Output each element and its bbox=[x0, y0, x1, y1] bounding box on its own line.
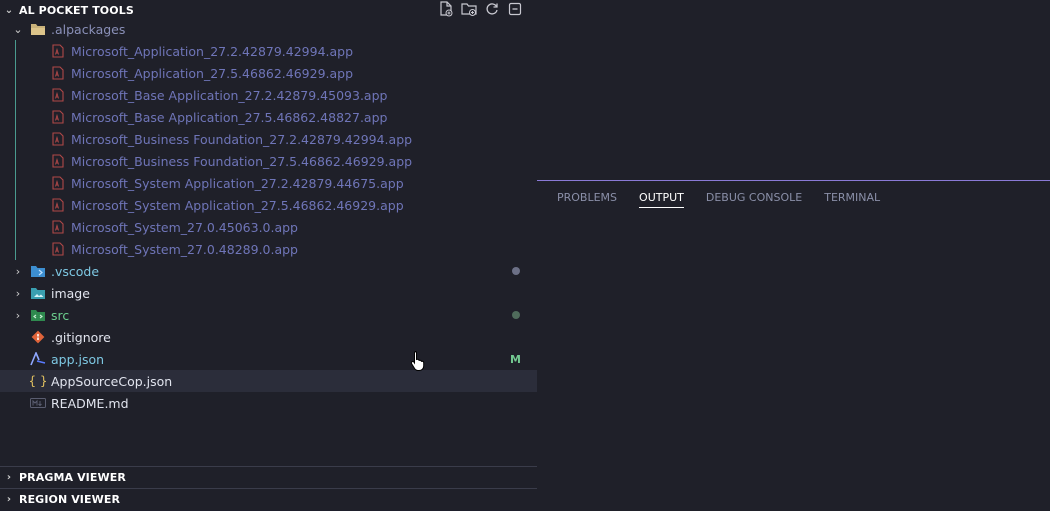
file-app[interactable]: Microsoft_System Application_27.2.42879.… bbox=[0, 172, 537, 194]
file-app[interactable]: Microsoft_Base Application_27.5.46862.48… bbox=[0, 106, 537, 128]
folder-label: .vscode bbox=[51, 263, 100, 279]
file-app[interactable]: Microsoft_System_27.0.48289.0.app bbox=[0, 238, 537, 260]
app-file-icon bbox=[50, 153, 66, 169]
app-file-icon bbox=[50, 43, 66, 59]
chevron-down-icon[interactable]: ⌄ bbox=[2, 5, 16, 16]
file-app[interactable]: Microsoft_System Application_27.5.46862.… bbox=[0, 194, 537, 216]
folder-image[interactable]: › image bbox=[0, 282, 537, 304]
modified-badge: M bbox=[510, 352, 521, 366]
app-file-icon bbox=[50, 175, 66, 191]
app-file-icon bbox=[50, 219, 66, 235]
region-viewer-header[interactable]: › REGION VIEWER bbox=[0, 488, 537, 509]
git-icon bbox=[30, 329, 46, 345]
pragma-viewer-header[interactable]: › PRAGMA VIEWER bbox=[0, 466, 537, 487]
src-folder-icon bbox=[30, 307, 46, 323]
file-tree: ⌄ .alpackages Microsoft_Application_27.2… bbox=[0, 18, 537, 414]
status-dot bbox=[512, 311, 520, 319]
folder-open-icon bbox=[30, 21, 46, 37]
file-app[interactable]: Microsoft_System_27.0.45063.0.app bbox=[0, 216, 537, 238]
explorer-sidebar: ⌄ AL POCKET TOOLS ⌄ .alpackages Microsof… bbox=[0, 0, 537, 510]
file-readme[interactable]: README.md bbox=[0, 392, 537, 414]
folder-label: image bbox=[51, 285, 90, 301]
chevron-right-icon[interactable]: › bbox=[2, 472, 16, 483]
chevron-right-icon[interactable]: › bbox=[12, 309, 24, 322]
tab-output[interactable]: OUTPUT bbox=[639, 191, 684, 208]
file-app[interactable]: Microsoft_Application_27.2.42879.42994.a… bbox=[0, 40, 537, 62]
app-file-icon bbox=[50, 241, 66, 257]
hand-pointer-cursor-icon bbox=[410, 350, 426, 376]
file-label: Microsoft_Business Foundation_27.5.46862… bbox=[71, 153, 413, 169]
image-folder-icon bbox=[30, 285, 46, 301]
al-pocket-tools-header[interactable]: ⌄ AL POCKET TOOLS bbox=[0, 0, 537, 20]
app-file-icon bbox=[50, 87, 66, 103]
folder-vscode[interactable]: › .vscode bbox=[0, 260, 537, 282]
file-app[interactable]: Microsoft_Business Foundation_27.2.42879… bbox=[0, 128, 537, 150]
file-label: .gitignore bbox=[51, 329, 111, 345]
al-icon bbox=[30, 351, 46, 367]
file-app[interactable]: Microsoft_Base Application_27.2.42879.45… bbox=[0, 84, 537, 106]
folder-label: src bbox=[51, 307, 70, 323]
section-title: REGION VIEWER bbox=[19, 492, 121, 506]
file-app[interactable]: Microsoft_Business Foundation_27.5.46862… bbox=[0, 150, 537, 172]
file-label: Microsoft_System Application_27.2.42879.… bbox=[71, 175, 404, 191]
refresh-icon[interactable] bbox=[484, 1, 500, 17]
file-label: AppSourceCop.json bbox=[51, 373, 173, 389]
section-title: AL POCKET TOOLS bbox=[19, 3, 134, 17]
bottom-panel: PROBLEMS OUTPUT DEBUG CONSOLE TERMINAL bbox=[537, 180, 1050, 511]
file-label: Microsoft_Business Foundation_27.2.42879… bbox=[71, 131, 413, 147]
folder-alpackages[interactable]: ⌄ .alpackages bbox=[0, 18, 537, 40]
folder-src[interactable]: › src bbox=[0, 304, 537, 326]
app-file-icon bbox=[50, 197, 66, 213]
chevron-right-icon[interactable]: › bbox=[12, 287, 24, 300]
file-label: Microsoft_System Application_27.5.46862.… bbox=[71, 197, 404, 213]
collapse-all-icon[interactable] bbox=[507, 1, 523, 17]
status-dot bbox=[512, 267, 520, 275]
app-file-icon bbox=[50, 65, 66, 81]
file-app[interactable]: Microsoft_Application_27.5.46862.46929.a… bbox=[0, 62, 537, 84]
chevron-right-icon[interactable]: › bbox=[2, 494, 16, 505]
file-app-json[interactable]: app.json M bbox=[0, 348, 537, 370]
section-title: PRAGMA VIEWER bbox=[19, 470, 126, 484]
editor-area bbox=[537, 0, 1050, 180]
header-actions bbox=[438, 0, 523, 18]
panel-tabs: PROBLEMS OUTPUT DEBUG CONSOLE TERMINAL bbox=[557, 191, 880, 208]
file-appsourcecop[interactable]: { } AppSourceCop.json bbox=[0, 370, 537, 392]
new-folder-icon[interactable] bbox=[461, 1, 477, 17]
chevron-right-icon[interactable]: › bbox=[12, 265, 24, 278]
file-label: Microsoft_Base Application_27.2.42879.45… bbox=[71, 87, 388, 103]
app-file-icon bbox=[50, 109, 66, 125]
app-file-icon bbox=[50, 131, 66, 147]
new-file-icon[interactable] bbox=[438, 1, 454, 17]
file-label: Microsoft_System_27.0.48289.0.app bbox=[71, 241, 298, 257]
markdown-icon bbox=[30, 395, 46, 411]
tab-debug-console[interactable]: DEBUG CONSOLE bbox=[706, 191, 802, 208]
folder-label: .alpackages bbox=[51, 21, 126, 37]
file-gitignore[interactable]: .gitignore bbox=[0, 326, 537, 348]
file-label: app.json bbox=[51, 351, 105, 367]
vscode-folder-icon bbox=[30, 263, 46, 279]
tab-problems[interactable]: PROBLEMS bbox=[557, 191, 617, 208]
file-label: README.md bbox=[51, 395, 129, 411]
tab-terminal[interactable]: TERMINAL bbox=[824, 191, 880, 208]
json-braces-icon: { } bbox=[28, 374, 48, 388]
file-label: Microsoft_Base Application_27.5.46862.48… bbox=[71, 109, 388, 125]
chevron-down-icon[interactable]: ⌄ bbox=[12, 23, 24, 36]
file-label: Microsoft_System_27.0.45063.0.app bbox=[71, 219, 298, 235]
file-label: Microsoft_Application_27.5.46862.46929.a… bbox=[71, 65, 354, 81]
file-label: Microsoft_Application_27.2.42879.42994.a… bbox=[71, 43, 354, 59]
